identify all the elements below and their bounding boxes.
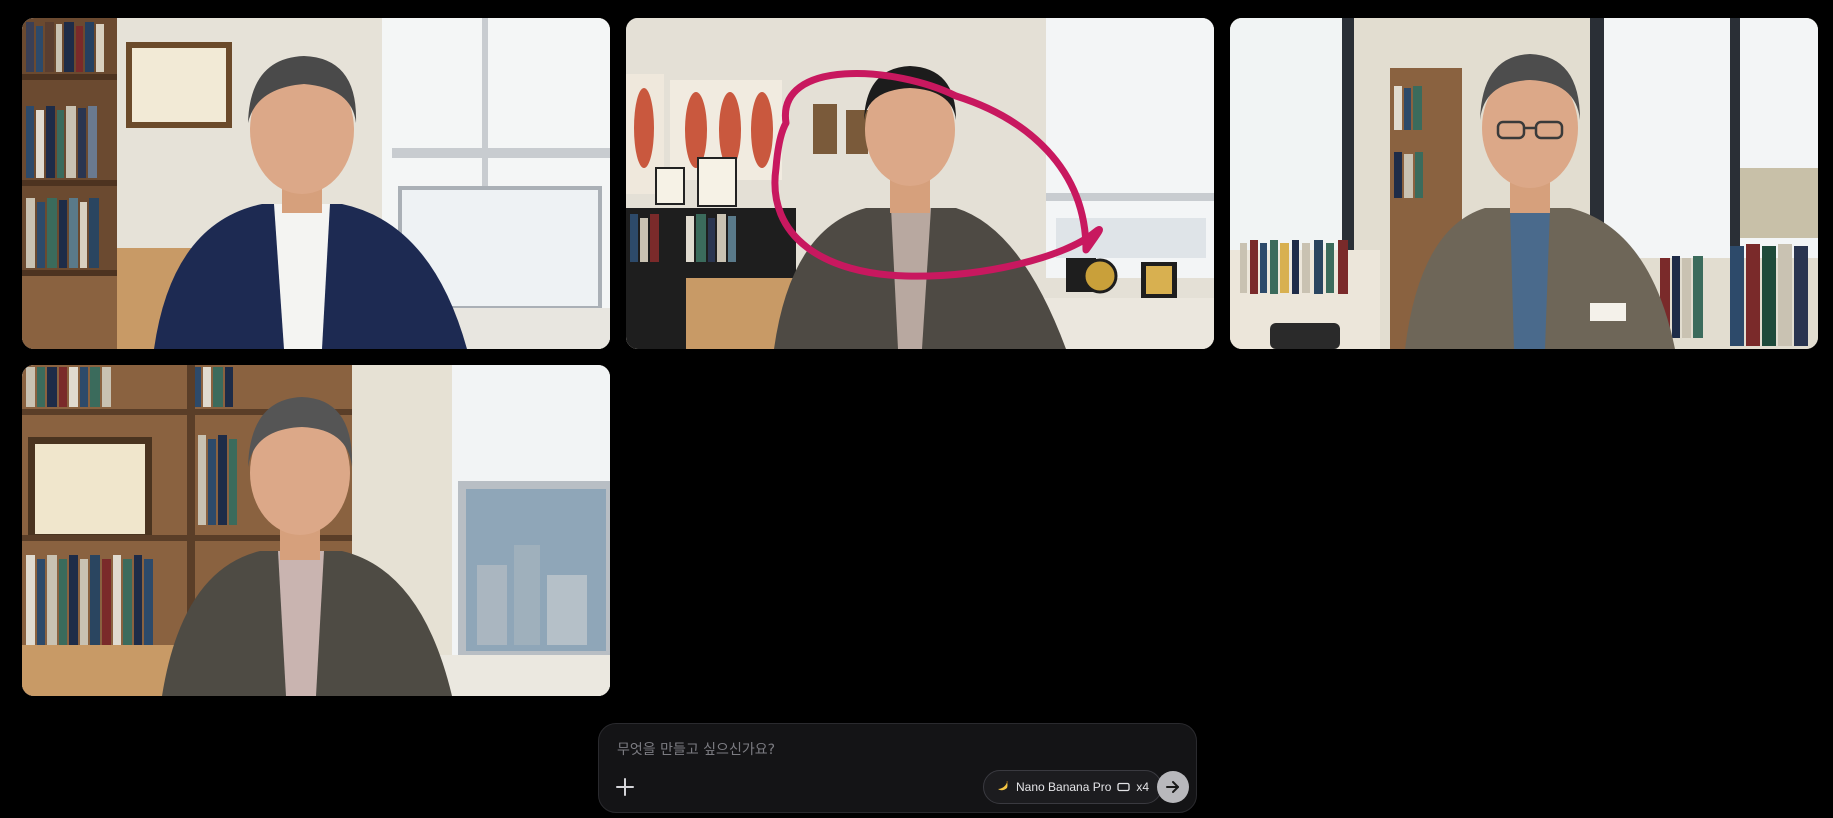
image-count: x4 <box>1136 780 1150 794</box>
portrait-photo <box>1230 18 1818 349</box>
prompt-composer: Nano Banana Pro x4 <box>598 723 1197 813</box>
plus-icon <box>616 778 634 796</box>
portrait-photo <box>22 18 610 349</box>
arrow-right-icon <box>1166 781 1179 793</box>
generated-image-3[interactable] <box>1230 18 1818 349</box>
generated-image-1[interactable] <box>22 18 610 349</box>
model-selector[interactable]: Nano Banana Pro x4 <box>983 770 1163 804</box>
add-button[interactable] <box>611 773 639 801</box>
prompt-input[interactable] <box>615 738 1179 762</box>
banana-icon <box>996 780 1010 794</box>
generated-image-4[interactable] <box>22 365 610 696</box>
model-label: Nano Banana Pro <box>1016 780 1112 794</box>
send-button[interactable] <box>1157 771 1189 803</box>
portrait-photo <box>626 18 1214 349</box>
aspect-ratio-icon <box>1117 782 1131 792</box>
portrait-photo <box>22 365 610 696</box>
generated-image-2[interactable] <box>626 18 1214 349</box>
